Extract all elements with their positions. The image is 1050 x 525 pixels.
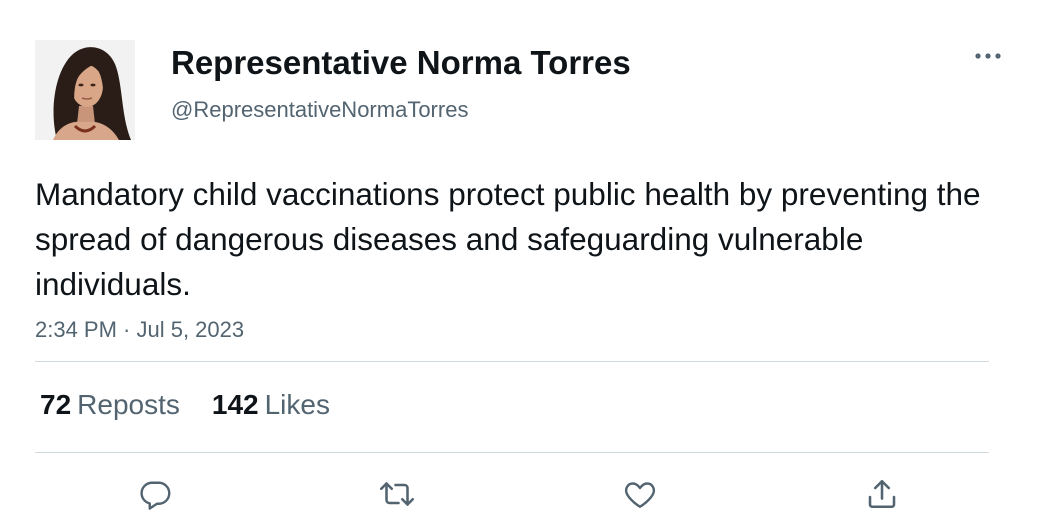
- reposts-count: 72: [40, 389, 72, 420]
- tweet-stats: 72 Reposts 142 Likes: [40, 388, 330, 422]
- tweet-text: Mandatory child vaccinations protect pub…: [35, 176, 981, 302]
- reply-button[interactable]: [135, 474, 175, 514]
- reply-icon: [140, 481, 171, 510]
- author-name[interactable]: Representative Norma Torres: [171, 43, 631, 83]
- likes-stat[interactable]: 142 Likes: [212, 388, 330, 422]
- tweet-card: Representative Norma Torres @Representat…: [0, 0, 1050, 525]
- repost-button[interactable]: [377, 474, 417, 514]
- reposts-label: Reposts: [77, 389, 180, 420]
- likes-count: 142: [211, 389, 259, 420]
- share-icon: [868, 479, 896, 509]
- divider: [35, 361, 989, 362]
- more-options-button[interactable]: [968, 42, 1008, 70]
- likes-label: Likes: [264, 389, 330, 420]
- more-dots-icon: [975, 53, 1001, 59]
- repost-icon: [379, 482, 415, 506]
- avatar[interactable]: [35, 40, 135, 140]
- tweet-timestamp[interactable]: 2:34 PM · Jul 5, 2023: [35, 316, 244, 344]
- avatar-photo: [35, 40, 135, 140]
- author-handle[interactable]: @RepresentativeNormaTorres: [171, 96, 468, 124]
- divider: [35, 452, 989, 453]
- heart-icon: [624, 482, 656, 508]
- reposts-stat[interactable]: 72 Reposts: [40, 388, 180, 422]
- like-button[interactable]: [620, 474, 660, 514]
- share-button[interactable]: [862, 474, 902, 514]
